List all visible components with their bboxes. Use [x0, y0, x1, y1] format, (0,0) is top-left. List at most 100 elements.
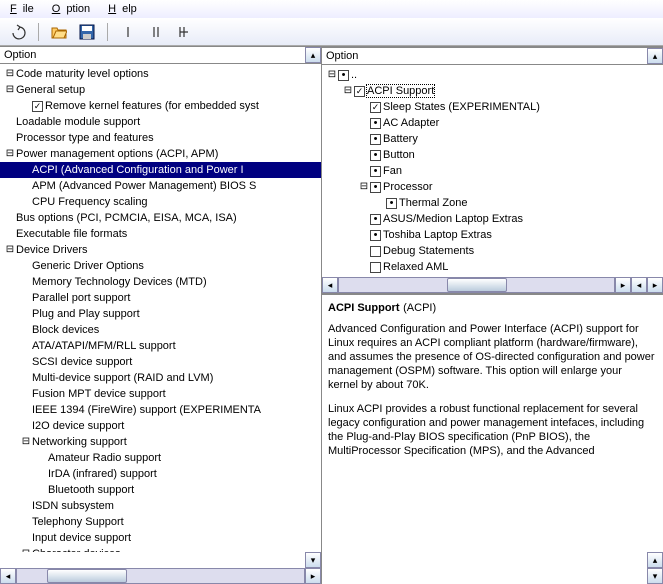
tree-twisty[interactable]: ⊟	[4, 69, 16, 79]
tree-item[interactable]: I2O device support	[0, 418, 321, 434]
scroll-right-button[interactable]: ▸	[305, 568, 321, 584]
tree-item[interactable]: ⊟Networking support	[0, 434, 321, 450]
tree-item[interactable]: Block devices	[0, 322, 321, 338]
tristate-icon[interactable]	[370, 150, 381, 161]
tree-twisty[interactable]: ⊟	[342, 86, 354, 96]
tristate-icon[interactable]	[370, 166, 381, 177]
column-header[interactable]: Option	[0, 47, 305, 63]
tree-item[interactable]: Sleep States (EXPERIMENTAL)	[322, 99, 663, 115]
tree-item[interactable]: Bluetooth support	[0, 482, 321, 498]
back-button[interactable]	[6, 21, 30, 43]
tree-item[interactable]: Fan	[322, 163, 663, 179]
tree-item[interactable]: ISDN subsystem	[0, 498, 321, 514]
tristate-icon[interactable]	[338, 70, 349, 81]
tree-item[interactable]: Battery	[322, 131, 663, 147]
tree-item[interactable]: Parallel port support	[0, 290, 321, 306]
full-view-button[interactable]	[172, 21, 196, 43]
tree-item[interactable]: ⊟Device Drivers	[0, 242, 321, 258]
tristate-icon[interactable]	[370, 134, 381, 145]
scroll-left-button[interactable]: ◂	[322, 277, 338, 293]
menu-file[interactable]: File	[4, 3, 46, 15]
tree-item[interactable]: ⊟General setup	[0, 82, 321, 98]
tristate-icon[interactable]	[370, 214, 381, 225]
scroll-up-button[interactable]: ▴	[647, 48, 663, 64]
tree-item[interactable]: IrDA (infrared) support	[0, 466, 321, 482]
tristate-icon[interactable]	[370, 182, 381, 193]
tree-item[interactable]: ⊟Processor	[322, 179, 663, 195]
tree-item[interactable]: IEEE 1394 (FireWire) support (EXPERIMENT…	[0, 402, 321, 418]
tristate-icon[interactable]	[386, 198, 397, 209]
tree-item-label: Block devices	[32, 324, 99, 336]
scroll-down-button[interactable]: ▾	[305, 552, 321, 568]
scroll-thumb[interactable]	[47, 569, 127, 583]
scroll-down-button[interactable]: ▾	[647, 568, 663, 584]
tree-item[interactable]: Relaxed AML	[322, 259, 663, 275]
checkbox-checked-icon[interactable]	[370, 102, 381, 113]
h-scrollbar[interactable]: ◂ ▸ ◂ ▸	[322, 277, 663, 293]
tree-twisty[interactable]: ⊟	[20, 437, 32, 447]
tree-item[interactable]: ACPI (Advanced Configuration and Power I	[0, 162, 321, 178]
tree-item[interactable]: Executable file formats	[0, 226, 321, 242]
scroll-left-button[interactable]: ◂	[631, 277, 647, 293]
tree-item[interactable]: ⊟Power management options (ACPI, APM)	[0, 146, 321, 162]
tree-item[interactable]: APM (Advanced Power Management) BIOS S	[0, 178, 321, 194]
left-tree[interactable]: ⊟Code maturity level options⊟General set…	[0, 64, 321, 552]
tree-twisty[interactable]: ⊟	[20, 549, 32, 552]
tree-item[interactable]: ⊟..	[322, 67, 663, 83]
menu-help[interactable]: Help	[102, 3, 149, 15]
open-button[interactable]	[47, 21, 71, 43]
tree-item[interactable]: Button	[322, 147, 663, 163]
tree-item[interactable]: Input device support	[0, 530, 321, 546]
tree-twisty[interactable]: ⊟	[358, 182, 370, 192]
tree-twisty[interactable]: ⊟	[4, 85, 16, 95]
checkbox-empty-icon[interactable]	[370, 262, 381, 273]
tree-item[interactable]: Plug and Play support	[0, 306, 321, 322]
tree-item[interactable]: ⊟Code maturity level options	[0, 66, 321, 82]
save-button[interactable]	[75, 21, 99, 43]
scroll-right-button[interactable]: ▸	[647, 277, 663, 293]
tree-item[interactable]: Loadable module support	[0, 114, 321, 130]
scroll-thumb[interactable]	[447, 278, 507, 292]
scroll-left-button[interactable]: ◂	[0, 568, 16, 584]
tree-item[interactable]: CPU Frequency scaling	[0, 194, 321, 210]
scroll-up-button[interactable]: ▴	[647, 552, 663, 568]
tree-twisty[interactable]: ⊟	[4, 149, 16, 159]
tree-item-label: Processor type and features	[16, 132, 154, 144]
tree-item[interactable]: Memory Technology Devices (MTD)	[0, 274, 321, 290]
checkbox-checked-icon[interactable]	[32, 101, 43, 112]
tree-item[interactable]: Telephony Support	[0, 514, 321, 530]
tree-item[interactable]: AC Adapter	[322, 115, 663, 131]
scroll-up-button[interactable]: ▴	[305, 47, 321, 63]
tree-item[interactable]: Multi-device support (RAID and LVM)	[0, 370, 321, 386]
tree-item[interactable]: Fusion MPT device support	[0, 386, 321, 402]
tristate-icon[interactable]	[370, 118, 381, 129]
tree-item[interactable]: Generic Driver Options	[0, 258, 321, 274]
tree-item-label: Thermal Zone	[399, 197, 467, 209]
tree-item[interactable]: Toshiba Laptop Extras	[322, 227, 663, 243]
tree-twisty[interactable]: ⊟	[326, 70, 338, 80]
tree-twisty[interactable]: ⊟	[4, 245, 16, 255]
tree-item[interactable]: Bus options (PCI, PCMCIA, EISA, MCA, ISA…	[0, 210, 321, 226]
tree-item[interactable]: ATA/ATAPI/MFM/RLL support	[0, 338, 321, 354]
scroll-right-button[interactable]: ▸	[615, 277, 631, 293]
tree-item[interactable]: Processor type and features	[0, 130, 321, 146]
h-scrollbar[interactable]: ◂ ▸	[0, 568, 321, 584]
single-view-button[interactable]	[116, 21, 140, 43]
right-tree[interactable]: ⊟..⊟ACPI SupportSleep States (EXPERIMENT…	[322, 65, 663, 277]
checkbox-empty-icon[interactable]	[370, 246, 381, 257]
tree-item[interactable]: ⊟ACPI Support	[322, 83, 663, 99]
scroll-track[interactable]	[16, 568, 305, 584]
tree-item[interactable]: ⊟Character devices	[0, 546, 321, 552]
tree-item[interactable]: Thermal Zone	[322, 195, 663, 211]
scroll-track[interactable]	[338, 277, 615, 293]
tree-item[interactable]: ASUS/Medion Laptop Extras	[322, 211, 663, 227]
tree-item[interactable]: Debug Statements	[322, 243, 663, 259]
menu-option[interactable]: Option	[46, 3, 102, 15]
tree-item[interactable]: Amateur Radio support	[0, 450, 321, 466]
tree-item[interactable]: SCSI device support	[0, 354, 321, 370]
checkbox-checked-icon[interactable]	[354, 86, 365, 97]
tree-item[interactable]: Remove kernel features (for embedded sys…	[0, 98, 321, 114]
column-header[interactable]: Option	[322, 48, 647, 64]
split-view-button[interactable]	[144, 21, 168, 43]
tristate-icon[interactable]	[370, 230, 381, 241]
